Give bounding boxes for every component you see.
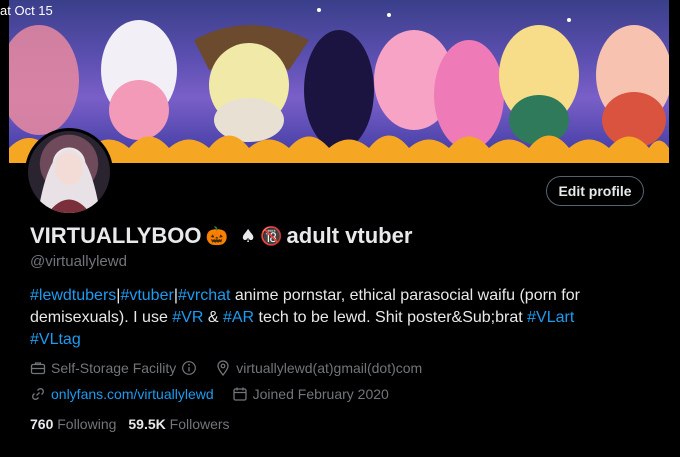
category-label: Self-Storage Facility (51, 360, 177, 376)
link-icon (32, 388, 44, 400)
date-tag: at Oct 15 (0, 3, 53, 18)
pumpkin-icon: 🎃 (205, 225, 228, 247)
following-label: Following (57, 416, 117, 432)
joined-item: Joined February 2020 (232, 386, 389, 402)
user-handle: @virtuallylewd (30, 253, 127, 270)
briefcase-icon (30, 362, 46, 375)
followers-label: Followers (169, 416, 230, 432)
display-name: VIRTUALLYBOO 🎃 ♠ 🔞 adult vtuber (30, 223, 412, 249)
profile-banner[interactable] (9, 0, 669, 163)
profile-meta-row: Self-Storage Facility virtuallylewd(at)g… (30, 360, 422, 376)
joined-label: Joined February 2020 (252, 386, 389, 402)
hashtag-link[interactable]: #AR (223, 309, 254, 326)
display-name-text: VIRTUALLYBOO (30, 223, 202, 248)
hashtag-link[interactable]: #VLart (527, 309, 574, 326)
following-stat[interactable]: 760 Following (30, 416, 116, 432)
followers-count: 59.5K (128, 416, 166, 432)
profile-bio: #lewdtubers|#vtuber|#vrchat anime pornst… (30, 285, 650, 351)
following-count: 760 (30, 416, 54, 432)
hashtag-link[interactable]: #vrchat (178, 287, 230, 304)
display-name-suffix: adult vtuber (286, 223, 413, 248)
location-pin-icon (217, 360, 229, 376)
hashtag-link[interactable]: #vtuber (120, 287, 173, 304)
hashtag-link[interactable]: #VLtag (30, 331, 81, 348)
hashtag-link[interactable]: #lewdtubers (30, 287, 116, 304)
avatar[interactable] (25, 128, 113, 216)
location-item: virtuallylewd(at)gmail(dot)com (215, 360, 422, 376)
edit-profile-button[interactable]: Edit profile (546, 176, 644, 206)
profile-meta-row-2: onlyfans.com/virtuallylewd Joined Februa… (30, 386, 389, 402)
avatar-illustration (38, 149, 100, 213)
location-label: virtuallylewd(at)gmail(dot)com (236, 360, 423, 376)
website-item: onlyfans.com/virtuallylewd (30, 386, 214, 402)
follow-stats: 760 Following 59.5K Followers (30, 416, 230, 432)
bio-text: tech to be lewd. Shit poster&Sub;brat (254, 309, 528, 326)
category-item: Self-Storage Facility (30, 360, 197, 376)
spade-icon: ♠ (239, 225, 257, 247)
info-icon[interactable] (181, 360, 197, 376)
hashtag-link[interactable]: #VR (172, 309, 203, 326)
followers-stat[interactable]: 59.5K Followers (128, 416, 229, 432)
website-link[interactable]: onlyfans.com/virtuallylewd (51, 386, 214, 402)
adults-only-icon: 🔞 (260, 225, 283, 247)
calendar-icon (232, 387, 247, 401)
bio-text: & (203, 309, 223, 326)
